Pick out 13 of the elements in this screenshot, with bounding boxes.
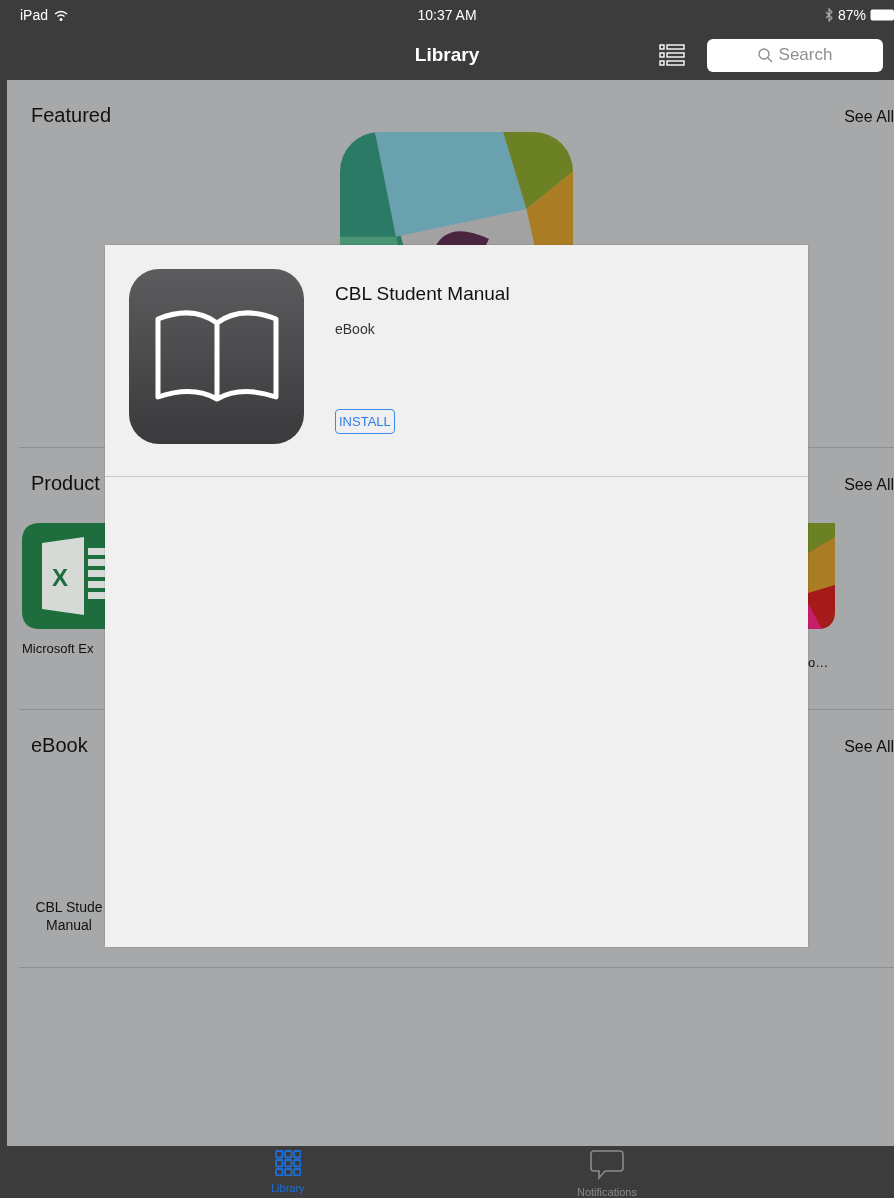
section-title: Featured xyxy=(31,104,112,127)
app-name: o… xyxy=(808,655,829,670)
book-title: Manual xyxy=(46,916,92,934)
clock-time: 10:37 AM xyxy=(417,7,477,23)
section-title: eBook xyxy=(31,734,88,757)
section-title: Product xyxy=(31,472,100,495)
page-title: Library xyxy=(414,44,480,66)
book-title: CBL Stude xyxy=(35,898,103,916)
app-name: Microsoft Ex xyxy=(22,641,94,656)
battery-percent: 87% xyxy=(837,7,866,23)
device-name: iPad xyxy=(20,7,49,23)
item-title: CBL Student Manual xyxy=(335,283,510,305)
item-type: eBook xyxy=(335,321,375,337)
